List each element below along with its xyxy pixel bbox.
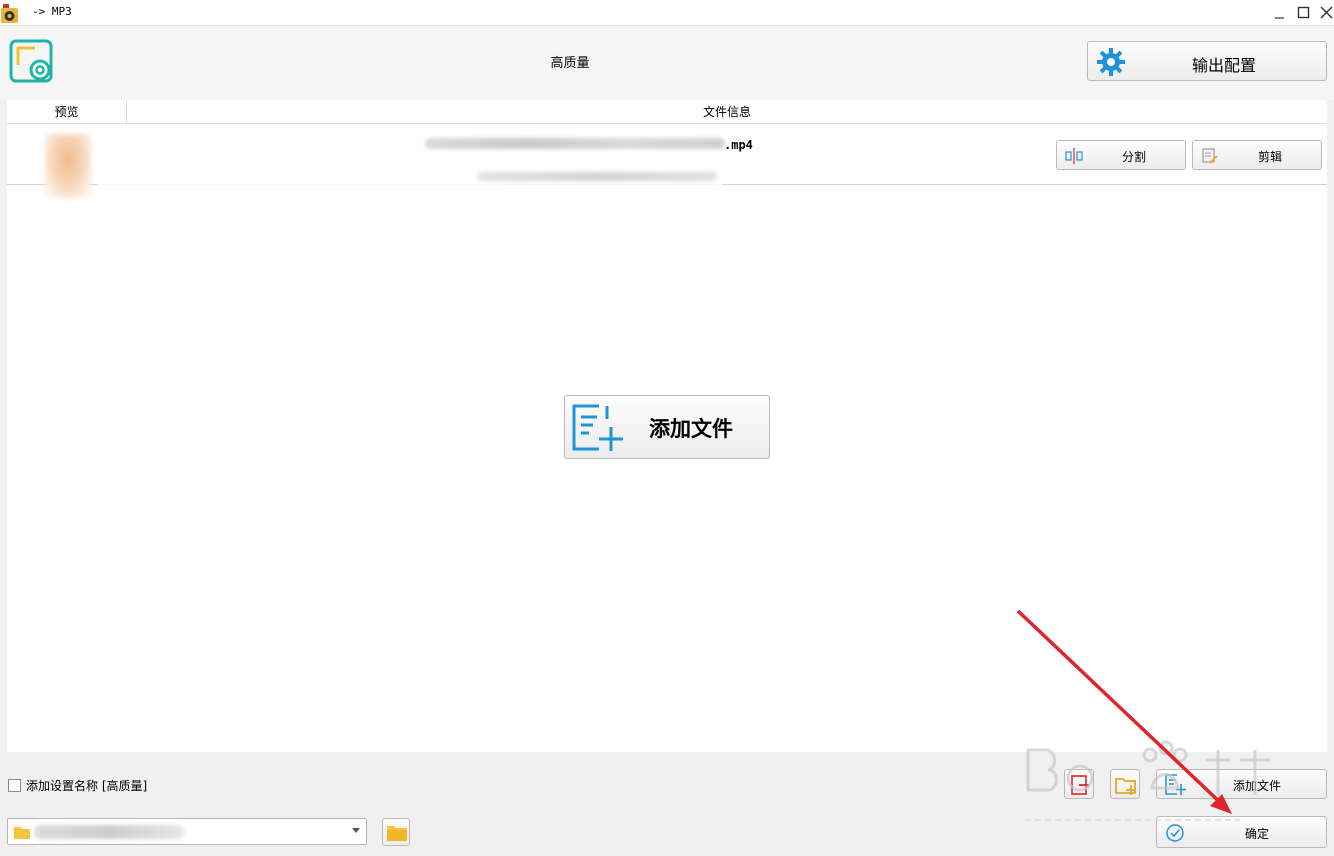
table-row[interactable]: .mp4 分割 剪辑 <box>7 124 1327 198</box>
remove-file-button[interactable] <box>1064 769 1094 799</box>
video-thumbnail <box>45 134 91 198</box>
add-file-center-label: 添加文件 <box>649 416 733 441</box>
split-label: 分割 <box>1121 150 1146 164</box>
preset-name: 高质量 <box>550 56 590 71</box>
title-bar: -> MP3 <box>0 0 1334 26</box>
file-list-panel: 预览 文件信息 .mp4 分割 剪辑 添加文件 <box>7 100 1327 752</box>
header: 高质量 输出配置 <box>0 26 1334 100</box>
redacted-file-name <box>425 138 725 149</box>
window-title: -> MP3 <box>32 5 72 18</box>
ok-button[interactable]: 确定 <box>1156 816 1327 848</box>
folder-icon <box>14 827 30 839</box>
check-circle-icon <box>1166 824 1184 842</box>
add-file-center-button[interactable]: 添加文件 <box>564 395 770 459</box>
column-header-file-info[interactable]: 文件信息 <box>127 100 1327 124</box>
gear-icon <box>1097 48 1125 76</box>
edit-label: 剪辑 <box>1257 150 1282 164</box>
add-file-icon <box>572 404 623 451</box>
open-folder-icon <box>387 826 407 841</box>
add-file-small-icon <box>1165 774 1186 795</box>
split-button[interactable]: 分割 <box>1056 140 1186 170</box>
maximize-icon[interactable] <box>1294 3 1314 23</box>
add-folder-icon <box>1115 778 1136 795</box>
add-setting-name-label[interactable]: 添加设置名称 [高质量] <box>26 777 147 794</box>
output-config-button[interactable]: 输出配置 <box>1087 41 1327 81</box>
add-file-label: 添加文件 <box>1233 779 1282 793</box>
app-icon <box>1 4 18 23</box>
output-config-label: 输出配置 <box>1192 56 1257 75</box>
close-icon[interactable] <box>1317 3 1334 23</box>
remove-file-icon <box>1071 775 1089 795</box>
add-setting-name-checkbox[interactable] <box>8 779 21 792</box>
add-folder-button[interactable] <box>1110 769 1140 799</box>
table-header: 预览 文件信息 <box>7 100 1327 124</box>
column-header-preview[interactable]: 预览 <box>7 100 127 124</box>
bottom-bar: 添加设置名称 [高质量] 添加文件 确定 <box>0 752 1334 856</box>
redacted-file-details <box>477 172 717 181</box>
edit-button[interactable]: 剪辑 <box>1192 140 1322 170</box>
redacted-output-path <box>34 825 184 839</box>
file-extension: .mp4 <box>724 138 753 152</box>
output-folder-select[interactable] <box>7 818 367 845</box>
chevron-down-icon[interactable] <box>352 828 360 833</box>
minimize-icon[interactable] <box>1270 3 1290 23</box>
ok-label: 确定 <box>1245 827 1270 841</box>
browse-folder-button[interactable] <box>382 818 410 846</box>
add-file-button[interactable]: 添加文件 <box>1156 769 1327 799</box>
preset-logo-icon[interactable] <box>9 39 55 85</box>
